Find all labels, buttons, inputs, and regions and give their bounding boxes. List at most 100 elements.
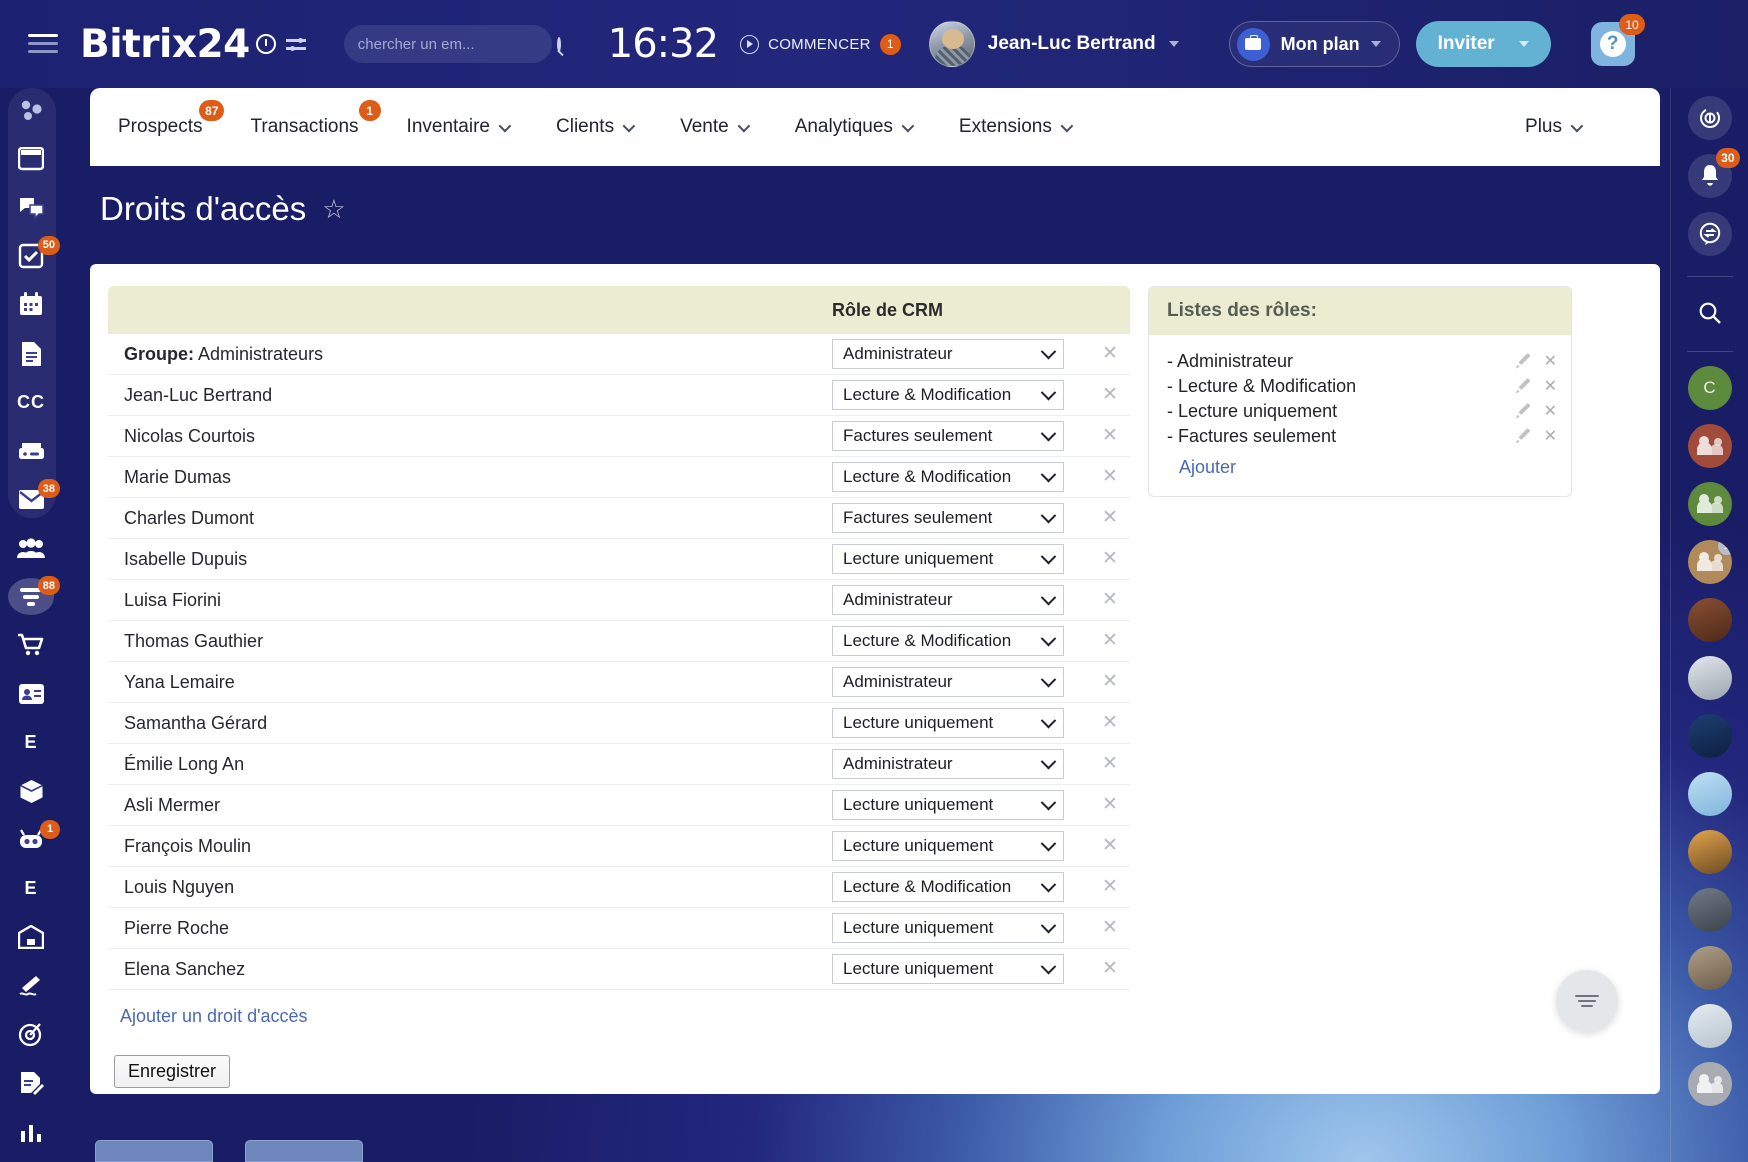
role-select[interactable]: Administrateur	[832, 667, 1064, 697]
sidebar-item-tasks[interactable]: 50	[8, 238, 54, 275]
role-select[interactable]: Factures seulement	[832, 421, 1064, 451]
tab-clients[interactable]: Clients	[556, 116, 632, 138]
sidebar-item-chat[interactable]	[8, 189, 54, 226]
role-select[interactable]: Administrateur	[832, 749, 1064, 779]
tab-prospects[interactable]: Prospects 87	[118, 116, 202, 138]
remove-row-icon[interactable]: ✕	[1102, 589, 1118, 610]
sidebar-item-drive[interactable]	[8, 432, 54, 469]
remove-row-icon[interactable]: ✕	[1102, 630, 1118, 651]
rsb-avatar-group-3[interactable]: 1	[1688, 540, 1732, 584]
add-access-right-link[interactable]: Ajouter un droit d'accès	[120, 1006, 308, 1027]
sidebar-item-cc[interactable]: CC	[8, 384, 54, 421]
rsb-notifications[interactable]: 30	[1688, 154, 1732, 198]
sidebar-item-employees[interactable]	[8, 530, 54, 567]
tab-vente[interactable]: Vente	[680, 116, 747, 138]
role-select[interactable]: Lecture uniquement	[832, 708, 1064, 738]
edit-pencil-icon[interactable]	[1517, 430, 1531, 444]
rsb-avatar-sunset[interactable]	[1688, 830, 1732, 874]
sidebar-item-documents[interactable]	[8, 335, 54, 372]
sliders-icon[interactable]	[286, 34, 306, 54]
rsb-avatar-group-4[interactable]	[1688, 1062, 1732, 1106]
sidebar-item-e2[interactable]: E	[8, 870, 54, 907]
role-select[interactable]: Lecture & Modification	[832, 626, 1064, 656]
rsb-avatar-group-2[interactable]	[1688, 482, 1732, 526]
remove-row-icon[interactable]: ✕	[1102, 712, 1118, 733]
search-box[interactable]	[344, 25, 552, 63]
remove-row-icon[interactable]: ✕	[1102, 507, 1118, 528]
role-select[interactable]: Lecture & Modification	[832, 380, 1064, 410]
sidebar-item-sign[interactable]	[8, 968, 54, 1005]
role-select[interactable]: Lecture uniquement	[832, 831, 1064, 861]
sidebar-item-crm[interactable]: 88	[8, 578, 54, 615]
user-menu[interactable]: Jean-Luc Bertrand	[929, 21, 1179, 67]
rsb-avatar-photo-2[interactable]	[1688, 656, 1732, 700]
rsb-avatar-info[interactable]	[1688, 714, 1732, 758]
sidebar-item-shop[interactable]	[8, 627, 54, 664]
bitrix24-logo[interactable]: Bitrix24	[80, 22, 250, 67]
edit-pencil-icon[interactable]	[1517, 405, 1531, 419]
commencer-button[interactable]: COMMENCER 1	[740, 34, 901, 55]
remove-row-icon[interactable]: ✕	[1102, 794, 1118, 815]
menu-burger-icon[interactable]	[28, 34, 58, 54]
remove-row-icon[interactable]: ✕	[1102, 466, 1118, 487]
rsb-avatar-photo-1[interactable]	[1688, 598, 1732, 642]
role-select[interactable]: Lecture uniquement	[832, 790, 1064, 820]
role-select[interactable]: Lecture uniquement	[832, 544, 1064, 574]
rsb-avatar-group-1[interactable]	[1688, 424, 1732, 468]
edit-pencil-icon[interactable]	[1517, 355, 1531, 369]
sidebar-item-marketing[interactable]	[8, 1016, 54, 1053]
search-icon[interactable]	[557, 37, 561, 52]
delete-x-icon[interactable]: ✕	[1544, 354, 1557, 370]
edit-pencil-icon[interactable]	[1517, 380, 1531, 394]
rsb-avatar-photo-4[interactable]	[1688, 946, 1732, 990]
rsb-search-button[interactable]	[1688, 291, 1732, 335]
role-select[interactable]: Administrateur	[832, 585, 1064, 615]
sidebar-item-forms[interactable]	[8, 1065, 54, 1102]
remove-row-icon[interactable]: ✕	[1102, 958, 1118, 979]
save-button[interactable]: Enregistrer	[114, 1055, 230, 1088]
remove-row-icon[interactable]: ✕	[1102, 384, 1118, 405]
remove-row-icon[interactable]: ✕	[1102, 835, 1118, 856]
tab-extensions[interactable]: Extensions	[959, 116, 1070, 138]
sidebar-item-feed[interactable]	[8, 141, 54, 178]
sidebar-item-inventory[interactable]	[8, 773, 54, 810]
tab-plus[interactable]: Plus	[1525, 116, 1580, 138]
search-input[interactable]	[358, 36, 557, 53]
tab-analytiques[interactable]: Analytiques	[795, 116, 911, 138]
clock-icon[interactable]	[256, 34, 276, 54]
role-select[interactable]: Lecture & Modification	[832, 872, 1064, 902]
remove-row-icon[interactable]: ✕	[1102, 671, 1118, 692]
avatar[interactable]	[929, 21, 975, 67]
rsb-pulse[interactable]	[1688, 96, 1732, 140]
rsb-avatar-photo-5[interactable]	[1688, 1004, 1732, 1048]
sidebar-item-automation[interactable]: 1	[8, 822, 54, 859]
remove-row-icon[interactable]: ✕	[1102, 876, 1118, 897]
sidebar-item-company[interactable]	[8, 919, 54, 956]
role-select[interactable]: Lecture uniquement	[832, 913, 1064, 943]
rsb-avatar-flowers[interactable]	[1688, 772, 1732, 816]
role-select[interactable]: Factures seulement	[832, 503, 1064, 533]
my-plan-button[interactable]: Mon plan	[1229, 21, 1400, 67]
remove-row-icon[interactable]: ✕	[1102, 343, 1118, 364]
remove-row-icon[interactable]: ✕	[1102, 425, 1118, 446]
sidebar-item-mail[interactable]: 38	[8, 481, 54, 518]
add-role-link[interactable]: Ajouter	[1179, 457, 1557, 478]
role-select[interactable]: Lecture uniquement	[832, 954, 1064, 984]
bottom-chip[interactable]	[245, 1140, 363, 1162]
sidebar-item-contact-center[interactable]	[8, 676, 54, 713]
delete-x-icon[interactable]: ✕	[1544, 429, 1557, 445]
rsb-messenger[interactable]	[1688, 212, 1732, 256]
sidebar-item-calendar[interactable]	[8, 287, 54, 324]
remove-row-icon[interactable]: ✕	[1102, 548, 1118, 569]
rsb-avatar-photo-3[interactable]	[1688, 888, 1732, 932]
sidebar-item-activity[interactable]	[8, 92, 54, 129]
role-select[interactable]: Lecture & Modification	[832, 462, 1064, 492]
delete-x-icon[interactable]: ✕	[1544, 404, 1557, 420]
invite-button[interactable]: Inviter	[1416, 21, 1551, 67]
sidebar-item-e1[interactable]: E	[8, 724, 54, 761]
delete-x-icon[interactable]: ✕	[1544, 379, 1557, 395]
tab-inventaire[interactable]: Inventaire	[407, 116, 508, 138]
remove-row-icon[interactable]: ✕	[1102, 917, 1118, 938]
rsb-avatar-c[interactable]: C	[1688, 366, 1732, 410]
settings-lines-button[interactable]	[1556, 970, 1618, 1032]
